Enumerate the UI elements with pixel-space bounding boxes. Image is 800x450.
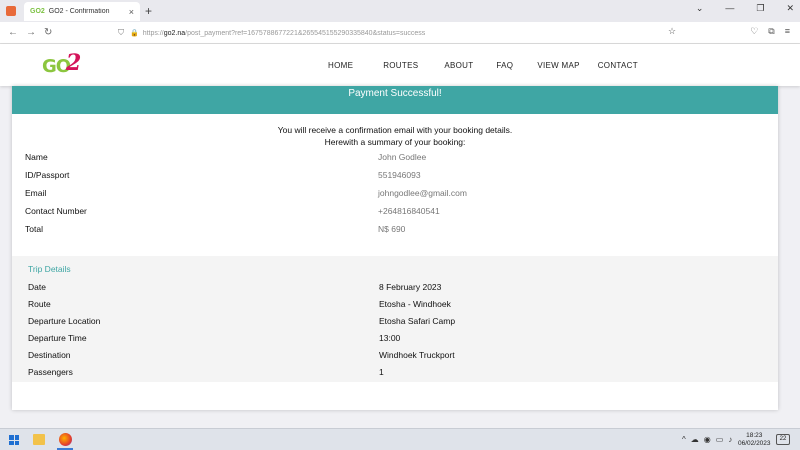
browser-nav-bar: ← → ↻ ⛉ 🔒 https://go2.na/post_payment?re… <box>0 22 800 44</box>
star-icon[interactable]: ☆ <box>668 26 676 37</box>
window-controls: ⌄ — ❐ ✕ <box>696 3 794 14</box>
trip-row-date: Date 8 February 2023 <box>28 282 442 292</box>
url-text[interactable]: https://go2.na/post_payment?ref=16757886… <box>143 30 426 37</box>
menu-home[interactable]: HOME <box>328 61 353 70</box>
maximize-icon[interactable]: ❐ <box>756 3 764 14</box>
summary-row-email: Email johngodlee@gmail.com <box>25 188 467 198</box>
tab-favicon-icon: GO2 <box>30 8 45 15</box>
taskbar-clock[interactable]: 18:23 06/02/2023 <box>738 432 771 448</box>
summary-row-name: Name John Godlee <box>25 152 427 162</box>
summary-row-total: Total N$ 690 <box>25 224 406 234</box>
network-icon[interactable]: ☁ <box>691 435 699 444</box>
menu-about[interactable]: ABOUT <box>444 61 473 70</box>
windows-start-icon[interactable] <box>9 435 19 445</box>
taskbar: ^ ☁ ◉ ▭ ♪ 18:23 06/02/2023 22 <box>0 428 800 450</box>
minimize-icon[interactable]: — <box>725 3 734 14</box>
volume-icon[interactable]: ♪ <box>728 435 732 444</box>
go2-logo[interactable]: GO 2 <box>42 50 82 78</box>
menu-icon[interactable]: ≡ <box>785 26 790 37</box>
trip-row-passengers: Passengers 1 <box>28 367 384 377</box>
trip-row-route: Route Etosha - Windhoek <box>28 299 451 309</box>
back-icon[interactable]: ← <box>8 27 18 38</box>
address-bar[interactable]: ⛉ 🔒 https://go2.na/post_payment?ref=1675… <box>118 25 678 41</box>
browser-tab-bar: GO2 GO2 - Confirmation × + ⌄ — ❐ ✕ <box>0 0 800 22</box>
trip-details-list: Date 8 February 2023 Route Etosha - Wind… <box>28 282 768 384</box>
reload-icon[interactable]: ↻ <box>44 27 54 38</box>
toolbar-icons: ♡ ⧉ ≡ <box>750 26 790 37</box>
summary-row-id: ID/Passport 551946093 <box>25 170 421 180</box>
pocket-icon[interactable]: ♡ <box>750 26 758 37</box>
booking-summary: Name John Godlee ID/Passport 551946093 E… <box>25 152 765 242</box>
intro-line-2: Herewith a summary of your booking: <box>324 137 466 147</box>
confirmation-intro: You will receive a confirmation email wi… <box>12 124 778 148</box>
trip-row-departure-location: Departure Location Etosha Safari Camp <box>28 316 456 326</box>
payment-success-banner: Payment Successful! <box>12 86 778 114</box>
main-menu: HOME ROUTES ABOUT FAQ VIEW MAP CONTACT <box>328 61 638 70</box>
trip-row-departure-time: Departure Time 13:00 <box>28 333 401 343</box>
intro-line-1: You will receive a confirmation email wi… <box>277 125 513 135</box>
lock-icon[interactable]: 🔒 <box>130 29 139 37</box>
trip-details-section: Trip Details Date 8 February 2023 Route … <box>12 256 778 382</box>
forward-icon[interactable]: → <box>26 27 36 38</box>
menu-view-map[interactable]: VIEW MAP <box>537 61 579 70</box>
tray-chevron-icon[interactable]: ^ <box>682 435 686 444</box>
file-explorer-icon[interactable] <box>33 434 45 445</box>
site-header: GO 2 HOME ROUTES ABOUT FAQ VIEW MAP CONT… <box>0 44 800 86</box>
tab-title: GO2 - Confirmation <box>48 8 110 15</box>
shield-icon[interactable]: ⛉ <box>118 28 124 38</box>
summary-row-contact: Contact Number +264816840541 <box>25 206 440 216</box>
tab-close-icon[interactable]: × <box>129 7 134 17</box>
tab-list-icon[interactable]: ⌄ <box>696 3 704 14</box>
battery-icon[interactable]: ▭ <box>716 435 724 444</box>
menu-routes[interactable]: ROUTES <box>383 61 418 70</box>
close-window-icon[interactable]: ✕ <box>786 3 794 14</box>
browser-tab[interactable]: GO2 GO2 - Confirmation × <box>24 2 140 21</box>
confirmation-card: Payment Successful! You will receive a c… <box>12 86 778 410</box>
firefox-icon[interactable] <box>59 433 72 446</box>
menu-contact[interactable]: CONTACT <box>598 61 638 70</box>
system-tray: ^ ☁ ◉ ▭ ♪ <box>682 435 732 444</box>
wifi-icon[interactable]: ◉ <box>704 435 711 444</box>
extensions-icon[interactable]: ⧉ <box>768 26 774 37</box>
new-tab-button[interactable]: + <box>145 4 152 18</box>
trip-row-destination: Destination Windhoek Truckport <box>28 350 455 360</box>
firefox-view-icon[interactable] <box>6 6 16 16</box>
menu-faq[interactable]: FAQ <box>496 61 513 70</box>
trip-details-title: Trip Details <box>28 264 71 274</box>
notification-icon[interactable]: 22 <box>776 434 790 445</box>
